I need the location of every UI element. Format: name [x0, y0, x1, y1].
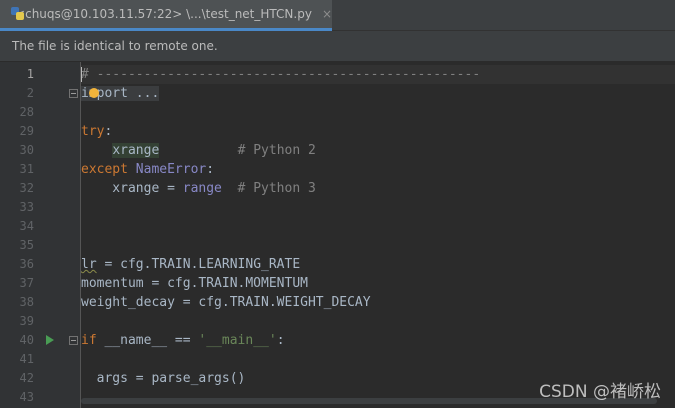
line-number: 38 — [19, 295, 34, 309]
code-editor[interactable]: 1 # -------------------------------------… — [0, 65, 675, 408]
line-number: 41 — [19, 352, 34, 366]
code-text: if __name__ == '__main__': — [81, 333, 285, 348]
line-number: 31 — [19, 162, 34, 176]
code-line[interactable]: 34 — [0, 217, 675, 236]
code-line[interactable]: 33 — [0, 198, 675, 217]
line-number: 34 — [19, 219, 34, 233]
tab-label: <chuqs@10.103.11.57:22> \...\test_net_HT… — [15, 7, 312, 21]
code-line[interactable]: 35 — [0, 236, 675, 255]
code-line[interactable]: 41 — [0, 350, 675, 369]
code-line[interactable]: 29 try: — [0, 122, 675, 141]
fold-toggle-icon[interactable] — [69, 336, 78, 345]
code-line[interactable]: 28 — [0, 103, 675, 122]
code-line[interactable]: 31 except NameError: — [0, 160, 675, 179]
text-cursor — [81, 67, 82, 82]
code-line[interactable]: 37 momentum = cfg.TRAIN.MOMENTUM — [0, 274, 675, 293]
line-number: 28 — [19, 105, 34, 119]
line-number: 30 — [19, 143, 34, 157]
run-icon[interactable] — [46, 335, 54, 345]
remote-status-banner: The file is identical to remote one. — [0, 31, 675, 62]
code-text: momentum = cfg.TRAIN.MOMENTUM — [81, 276, 308, 291]
line-number: 32 — [19, 181, 34, 195]
code-text: weight_decay = cfg.TRAIN.WEIGHT_DECAY — [81, 295, 371, 310]
line-number: 33 — [19, 200, 34, 214]
code-text: xrange = range # Python 3 — [81, 181, 316, 196]
editor-tab-bar: <chuqs@10.103.11.57:22> \...\test_net_HT… — [0, 0, 675, 31]
code-line[interactable]: 38 weight_decay = cfg.TRAIN.WEIGHT_DECAY — [0, 293, 675, 312]
close-icon[interactable]: × — [322, 7, 332, 21]
code-text: # --------------------------------------… — [81, 67, 481, 82]
code-line[interactable]: 40 if __name__ == '__main__': — [0, 331, 675, 350]
fold-toggle-icon[interactable] — [69, 89, 78, 98]
code-text: except NameError: — [81, 162, 215, 177]
code-text: lr = cfg.TRAIN.LEARNING_RATE — [81, 257, 301, 272]
line-number: 35 — [19, 238, 34, 252]
tab-test-net-htcn[interactable]: <chuqs@10.103.11.57:22> \...\test_net_HT… — [0, 0, 332, 31]
code-text: xrange # Python 2 — [112, 143, 316, 158]
code-line[interactable]: 2 import ... — [0, 84, 675, 103]
code-line[interactable]: 1 # -------------------------------------… — [0, 65, 675, 84]
code-line[interactable]: 39 — [0, 312, 675, 331]
banner-text: The file is identical to remote one. — [12, 39, 218, 53]
code-line[interactable]: 36 lr = cfg.TRAIN.LEARNING_RATE — [0, 255, 675, 274]
line-number: 1 — [26, 67, 34, 81]
code-line[interactable]: 30 xrange # Python 2 — [0, 141, 675, 160]
line-number: 36 — [19, 257, 34, 271]
code-text: try: — [81, 124, 113, 139]
line-number: 42 — [19, 371, 34, 385]
line-number: 37 — [19, 276, 34, 290]
line-number: 39 — [19, 314, 34, 328]
watermark: CSDN @褚峤松 — [539, 382, 661, 402]
line-number: 2 — [26, 86, 34, 100]
code-text: args = parse_args() — [81, 371, 246, 386]
lightbulb-icon[interactable] — [89, 88, 99, 98]
line-number: 43 — [19, 390, 34, 404]
line-number: 29 — [19, 124, 34, 138]
code-line[interactable]: 32 xrange = range # Python 3 — [0, 179, 675, 198]
line-number: 40 — [19, 333, 34, 347]
